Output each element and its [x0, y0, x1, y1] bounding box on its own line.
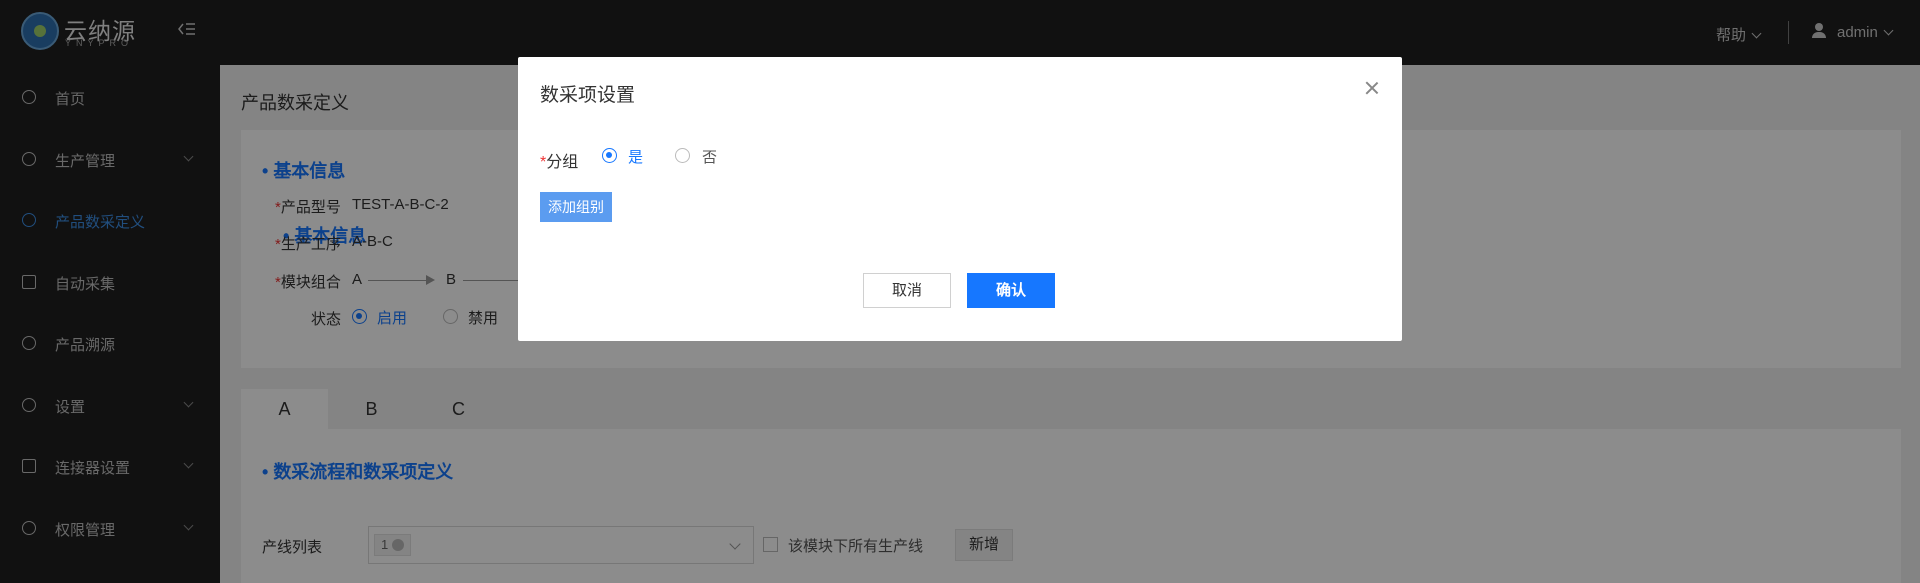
group-label: *分组 — [540, 154, 579, 171]
close-icon[interactable] — [1363, 79, 1381, 97]
group-yes-label: 是 — [628, 149, 644, 166]
group-no-radio[interactable] — [675, 148, 690, 163]
data-item-settings-modal: 数采项设置 *分组 是 否 添加组别 取消 确认 — [518, 57, 1402, 341]
group-no-label: 否 — [702, 149, 718, 166]
confirm-button[interactable]: 确认 — [967, 273, 1055, 308]
cancel-button[interactable]: 取消 — [863, 273, 951, 308]
add-group-button[interactable]: 添加组别 — [540, 192, 612, 222]
group-yes-radio[interactable] — [602, 148, 617, 163]
modal-title: 数采项设置 — [540, 85, 636, 106]
